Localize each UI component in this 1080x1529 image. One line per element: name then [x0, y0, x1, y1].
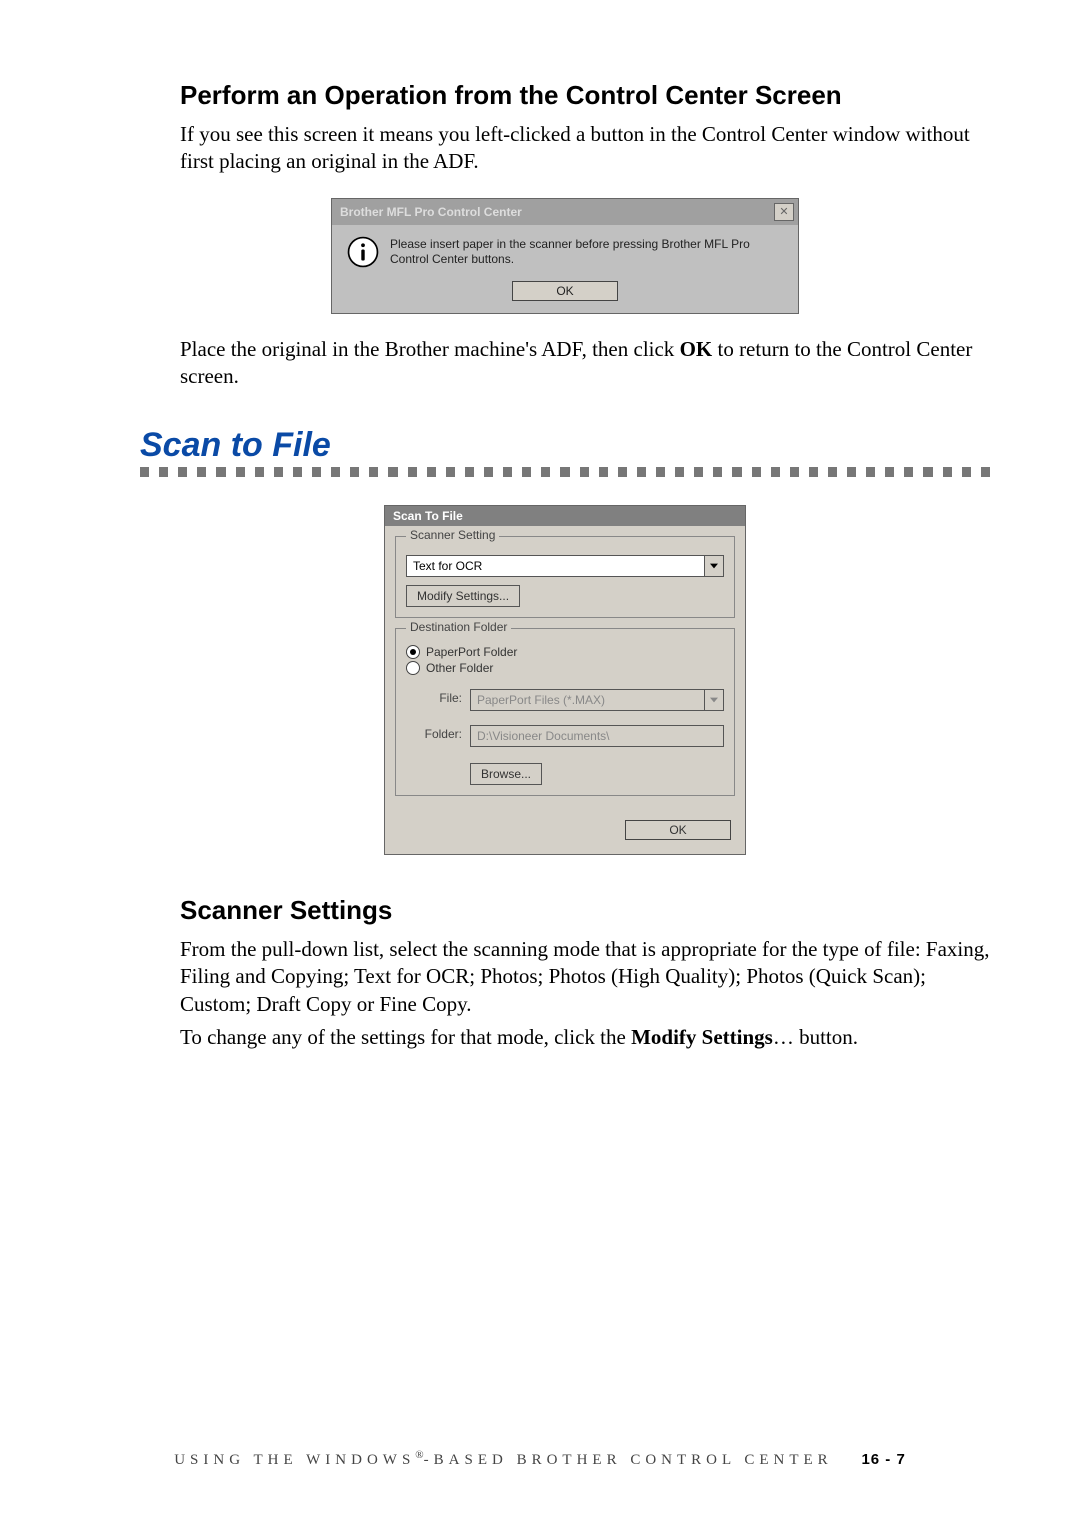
chevron-down-icon[interactable] — [704, 556, 723, 576]
radio-label-paperport: PaperPort Folder — [426, 645, 517, 659]
section-separator — [140, 467, 990, 477]
label-file: File: — [406, 691, 462, 705]
text-fragment: … button. — [773, 1025, 858, 1049]
dialog-scan-to-file: Scan To File Scanner Setting Modify Sett… — [384, 505, 746, 855]
browse-button[interactable]: Browse... — [470, 763, 542, 785]
radio-label-other: Other Folder — [426, 661, 493, 675]
dialog-insert-paper: Brother MFL Pro Control Center ✕ Please … — [331, 198, 799, 314]
heading-scanner-settings: Scanner Settings — [180, 895, 990, 926]
paragraph-perform-after: Place the original in the Brother machin… — [180, 336, 990, 391]
registered-icon: ® — [415, 1449, 423, 1461]
dialog1-message: Please insert paper in the scanner befor… — [390, 237, 784, 267]
legend-scanner-setting: Scanner Setting — [406, 528, 499, 542]
text-bold-ok: OK — [680, 337, 713, 361]
text-bold-modify-settings: Modify Settings — [631, 1025, 773, 1049]
text-fragment: To change any of the settings for that m… — [180, 1025, 631, 1049]
footer-text-a: USING THE WINDOWS — [174, 1452, 415, 1468]
scanner-mode-input[interactable] — [407, 556, 704, 576]
footer-text-b: -BASED BROTHER CONTROL CENTER — [424, 1452, 833, 1468]
dialog2-title: Scan To File — [385, 506, 745, 526]
radio-paperport-folder[interactable]: PaperPort Folder — [406, 645, 724, 659]
group-scanner-setting: Scanner Setting Modify Settings... — [395, 536, 735, 618]
folder-path-field — [470, 725, 724, 747]
close-icon[interactable]: ✕ — [774, 203, 794, 221]
paragraph-scanner-settings-2: To change any of the settings for that m… — [180, 1024, 990, 1051]
group-destination-folder: Destination Folder PaperPort Folder Othe… — [395, 628, 735, 796]
folder-path-input — [471, 726, 723, 746]
legend-destination-folder: Destination Folder — [406, 620, 511, 634]
text-fragment: Place the original in the Brother machin… — [180, 337, 680, 361]
paragraph-scanner-settings-1: From the pull-down list, select the scan… — [180, 936, 990, 1018]
file-type-select — [470, 689, 724, 711]
paragraph-perform-intro: If you see this screen it means you left… — [180, 121, 990, 176]
chevron-down-icon — [704, 690, 723, 710]
heading-scan-to-file: Scan to File — [140, 426, 990, 465]
radio-other-folder[interactable]: Other Folder — [406, 661, 724, 675]
radio-icon-unselected — [406, 661, 420, 675]
radio-icon-selected — [406, 645, 420, 659]
ok-button[interactable]: OK — [625, 820, 731, 840]
modify-settings-button[interactable]: Modify Settings... — [406, 585, 520, 607]
file-type-input — [471, 690, 704, 710]
close-glyph: ✕ — [779, 205, 788, 218]
dialog1-title: Brother MFL Pro Control Center — [340, 205, 522, 219]
info-icon — [346, 235, 380, 269]
scanner-mode-select[interactable] — [406, 555, 724, 577]
ok-button[interactable]: OK — [512, 281, 618, 301]
heading-perform-operation: Perform an Operation from the Control Ce… — [180, 80, 990, 111]
footer: USING THE WINDOWS®-BASED BROTHER CONTROL… — [0, 1449, 1080, 1469]
label-folder: Folder: — [406, 727, 462, 741]
page-number: 16 - 7 — [861, 1451, 905, 1468]
